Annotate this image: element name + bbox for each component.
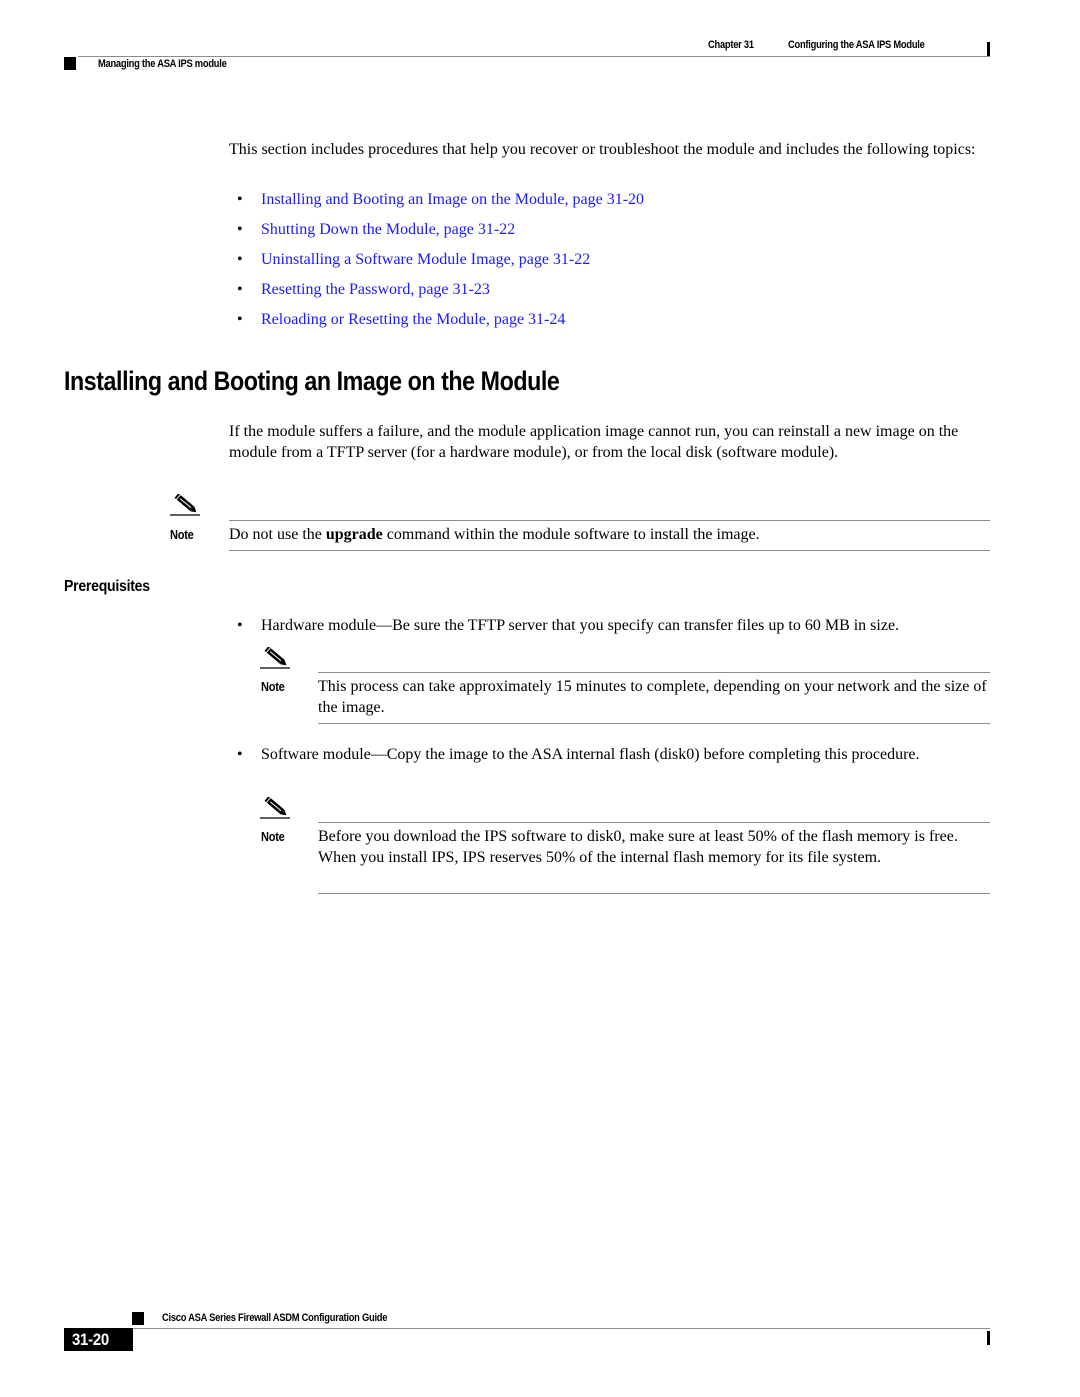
note-text: Before you download the IPS software to …: [318, 828, 958, 866]
header-chapter-title: Configuring the ASA IPS Module: [788, 39, 925, 51]
footer-vertical-bar: [987, 1331, 990, 1345]
topic-link-shutting-down[interactable]: Shutting Down the Module, page 31-22: [261, 221, 515, 238]
pencil-note-icon: [260, 647, 290, 669]
section-heading: Installing and Booting an Image on the M…: [64, 366, 560, 396]
note-text: Do not use the upgrade command within th…: [229, 526, 760, 543]
note-top-rule: [318, 672, 990, 673]
topic-link-installing-booting[interactable]: Installing and Booting an Image on the M…: [261, 191, 644, 208]
prerequisites-heading: Prerequisites: [64, 578, 150, 595]
header-section-title: Managing the ASA IPS module: [98, 58, 227, 70]
note-label: Note: [261, 829, 285, 844]
page-number: 31-20: [72, 1330, 109, 1349]
bullet-icon: •: [237, 746, 243, 763]
bullet-icon: •: [237, 281, 243, 298]
note-bottom-rule: [318, 723, 990, 724]
footer-guide-title: Cisco ASA Series Firewall ASDM Configura…: [162, 1312, 388, 1324]
topic-link-resetting-password[interactable]: Resetting the Password, page 31-23: [261, 281, 490, 298]
topic-link-reloading[interactable]: Reloading or Resetting the Module, page …: [261, 311, 565, 328]
bullet-icon: •: [237, 311, 243, 328]
header-vertical-bar: [987, 42, 990, 56]
note-label: Note: [261, 679, 285, 694]
topic-list-item: • Uninstalling a Software Module Image, p…: [237, 249, 644, 279]
prereq-item-hardware: • Hardware module—Be sure the TFTP server…: [237, 617, 900, 634]
topic-link-uninstalling[interactable]: Uninstalling a Software Module Image, pa…: [261, 251, 590, 268]
intro-paragraph: This section includes procedures that he…: [229, 141, 976, 158]
topic-list-item: • Installing and Booting an Image on the …: [237, 189, 644, 219]
bullet-icon: •: [237, 221, 243, 238]
section-paragraph: If the module suffers a failure, and the…: [229, 423, 959, 461]
bullet-icon: •: [237, 191, 243, 208]
footer-divider: [132, 1328, 990, 1329]
header-divider: [78, 56, 990, 57]
page-number-box: 31-20: [64, 1328, 133, 1351]
footer-marker-square: [132, 1312, 144, 1325]
topic-list-item: • Reloading or Resetting the Module, page…: [237, 309, 644, 339]
header-marker-square: [64, 57, 76, 70]
note-bottom-rule: [318, 893, 990, 894]
note-top-rule: [229, 520, 990, 521]
bullet-icon: •: [237, 617, 243, 634]
topic-list: • Installing and Booting an Image on the …: [237, 189, 644, 339]
prereq-item-software: • Software module—Copy the image to the …: [237, 746, 920, 763]
note-bottom-rule: [229, 550, 990, 551]
header-chapter-label: Chapter 31: [708, 39, 754, 51]
pencil-note-icon: [170, 494, 200, 516]
note-label: Note: [170, 527, 194, 542]
topic-list-item: • Resetting the Password, page 31-23: [237, 279, 644, 309]
bullet-icon: •: [237, 251, 243, 268]
pencil-note-icon: [260, 797, 290, 819]
note-text: This process can take approximately 15 m…: [318, 678, 987, 716]
note-top-rule: [318, 822, 990, 823]
command-upgrade: upgrade: [325, 526, 383, 543]
topic-list-item: • Shutting Down the Module, page 31-22: [237, 219, 644, 249]
